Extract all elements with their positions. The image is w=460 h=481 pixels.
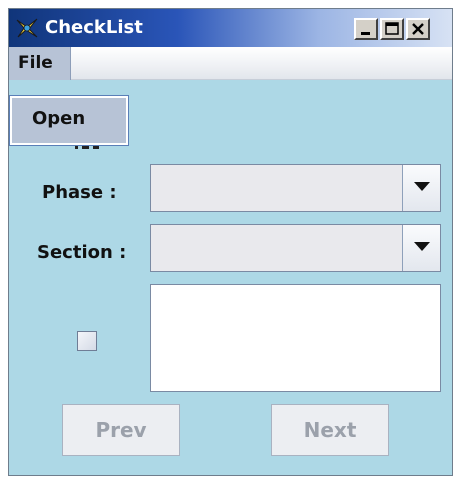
checklist-window: CheckList File Phase : Section: Prev Ne… — [8, 8, 453, 476]
title-bar[interactable]: CheckList — [9, 9, 452, 47]
menu-item-open[interactable]: Open — [12, 98, 126, 143]
maximize-button[interactable] — [380, 18, 404, 40]
section-combobox[interactable] — [150, 224, 441, 272]
item-checkbox[interactable] — [77, 331, 97, 351]
next-button[interactable]: Next — [271, 404, 389, 456]
chevron-down-icon — [414, 182, 430, 191]
item-text-area[interactable] — [150, 284, 441, 392]
section-label: Section : — [37, 242, 127, 263]
menu-bar: File — [9, 47, 452, 80]
file-menu-dropdown: Open — [9, 95, 129, 146]
section-dropdown-button[interactable] — [402, 225, 440, 271]
phase-label: Phase : — [42, 182, 117, 203]
close-button[interactable] — [406, 18, 430, 40]
minimize-button[interactable] — [354, 18, 378, 40]
checklist-app-icon — [15, 17, 39, 39]
close-icon — [412, 23, 424, 35]
phase-combobox[interactable] — [150, 164, 441, 212]
chevron-down-icon — [414, 242, 430, 251]
minimize-icon — [361, 32, 370, 35]
maximize-icon — [385, 22, 399, 35]
window-title: CheckList — [45, 17, 143, 38]
obscured-label — [73, 145, 103, 155]
phase-dropdown-button[interactable] — [402, 165, 440, 211]
file-menu[interactable]: File — [9, 47, 71, 80]
prev-button[interactable]: Prev — [62, 404, 180, 456]
